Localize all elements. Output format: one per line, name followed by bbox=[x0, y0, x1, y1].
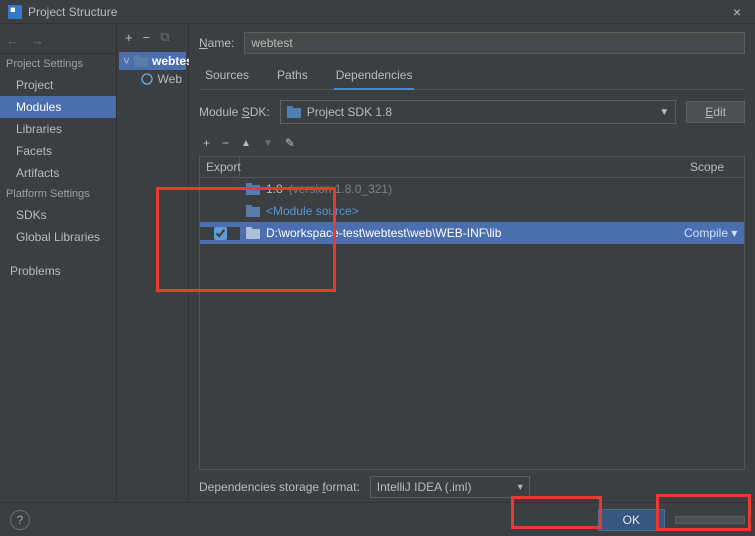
ok-button[interactable]: OK bbox=[598, 509, 665, 531]
sidebar: ← → Project Settings Project Modules Lib… bbox=[0, 24, 117, 502]
module-sdk-label: Module SDK: bbox=[199, 105, 270, 119]
add-dep-icon[interactable]: + bbox=[203, 136, 210, 150]
folder-icon bbox=[246, 205, 260, 217]
jdk-icon bbox=[246, 183, 260, 195]
titlebar: Project Structure × bbox=[0, 0, 755, 24]
export-checkbox[interactable] bbox=[214, 227, 227, 240]
add-module-icon[interactable]: + bbox=[125, 30, 133, 45]
storage-format-select[interactable]: IntelliJ IDEA (.iml) ▾ bbox=[370, 476, 530, 498]
col-scope-header[interactable]: Scope bbox=[684, 157, 744, 177]
dep-table-header: Export Scope bbox=[200, 157, 744, 178]
storage-label: Dependencies storage format: bbox=[199, 480, 360, 494]
storage-row: Dependencies storage format: IntelliJ ID… bbox=[199, 476, 745, 498]
sidebar-item-facets[interactable]: Facets bbox=[0, 140, 116, 162]
dep-label: <Module source> bbox=[266, 204, 359, 218]
sidebar-item-problems[interactable]: Problems bbox=[0, 260, 116, 282]
sidebar-item-sdks[interactable]: SDKs bbox=[0, 204, 116, 226]
sidebar-item-modules[interactable]: Modules bbox=[0, 96, 116, 118]
dropdown-icon: ▾ bbox=[518, 482, 523, 493]
table-row[interactable]: <Module source> bbox=[200, 200, 744, 222]
module-toolbar: + − ⧉ bbox=[117, 24, 188, 50]
sidebar-item-global-libs[interactable]: Global Libraries bbox=[0, 226, 116, 248]
table-row[interactable]: 1.8 (version 1.8.0_321) bbox=[200, 178, 744, 200]
dependency-table: Export Scope 1.8 (version 1.8.0_321) bbox=[199, 156, 745, 470]
name-row: Name: bbox=[199, 32, 745, 54]
tab-sources[interactable]: Sources bbox=[203, 64, 251, 89]
module-tree-panel: + − ⧉ ˅ webtest Web bbox=[117, 24, 189, 502]
tree-node-label: Web bbox=[158, 72, 182, 86]
nav-toolbar: ← → bbox=[0, 28, 116, 54]
dependency-toolbar: + − ▲ ▼ ✎ bbox=[199, 134, 745, 152]
tab-dependencies[interactable]: Dependencies bbox=[334, 64, 415, 90]
cancel-button[interactable] bbox=[675, 516, 745, 524]
web-icon bbox=[141, 73, 154, 85]
tab-paths[interactable]: Paths bbox=[275, 64, 310, 89]
move-up-icon[interactable]: ▲ bbox=[241, 138, 251, 149]
tree-node-webtest[interactable]: ˅ webtest bbox=[119, 52, 186, 70]
dep-version: (version 1.8.0_321) bbox=[289, 182, 392, 196]
window-title: Project Structure bbox=[28, 5, 727, 19]
section-platform-settings: Platform Settings bbox=[0, 184, 116, 204]
help-button[interactable]: ? bbox=[10, 510, 30, 530]
dep-label: 1.8 bbox=[266, 182, 283, 196]
module-icon bbox=[134, 55, 148, 67]
edit-dep-icon[interactable]: ✎ bbox=[285, 136, 295, 150]
module-tree: ˅ webtest Web bbox=[117, 50, 188, 90]
tabs: Sources Paths Dependencies bbox=[199, 64, 745, 90]
dep-label: D:\workspace-test\webtest\web\WEB-INF\li… bbox=[266, 226, 501, 240]
bottom-bar: ? OK bbox=[0, 502, 755, 536]
content-panel: Name: Sources Paths Dependencies Module … bbox=[189, 24, 755, 502]
back-arrow-icon[interactable]: ← bbox=[6, 33, 19, 48]
sidebar-item-artifacts[interactable]: Artifacts bbox=[0, 162, 116, 184]
tree-node-web[interactable]: Web bbox=[119, 70, 186, 88]
dep-scope[interactable]: Compile ▾ bbox=[684, 226, 744, 240]
table-row[interactable]: D:\workspace-test\webtest\web\WEB-INF\li… bbox=[200, 222, 744, 244]
sidebar-item-project[interactable]: Project bbox=[0, 74, 116, 96]
dropdown-icon: ▼ bbox=[659, 107, 669, 118]
sdk-row: Module SDK: Project SDK 1.8 ▼ Edit bbox=[199, 100, 745, 124]
copy-module-icon[interactable]: ⧉ bbox=[160, 29, 169, 45]
caret-down-icon: ˅ bbox=[123, 54, 130, 68]
main-area: ← → Project Settings Project Modules Lib… bbox=[0, 24, 755, 502]
col-main-header bbox=[240, 157, 684, 177]
remove-module-icon[interactable]: − bbox=[143, 30, 151, 45]
folder-icon bbox=[246, 227, 260, 239]
edit-sdk-button[interactable]: Edit bbox=[686, 101, 745, 123]
close-icon[interactable]: × bbox=[727, 4, 747, 20]
name-input[interactable] bbox=[244, 32, 745, 54]
name-label: Name: bbox=[199, 36, 234, 50]
move-down-icon[interactable]: ▼ bbox=[263, 138, 273, 149]
jdk-icon bbox=[287, 106, 301, 118]
module-sdk-select[interactable]: Project SDK 1.8 ▼ bbox=[280, 100, 677, 124]
forward-arrow-icon[interactable]: → bbox=[31, 33, 44, 48]
storage-value: IntelliJ IDEA (.iml) bbox=[377, 480, 472, 494]
export-checkbox-cell[interactable] bbox=[200, 227, 240, 240]
sidebar-item-libraries[interactable]: Libraries bbox=[0, 118, 116, 140]
app-icon bbox=[8, 5, 22, 19]
module-sdk-value: Project SDK 1.8 bbox=[307, 105, 392, 119]
remove-dep-icon[interactable]: − bbox=[222, 136, 229, 150]
col-export-header[interactable]: Export bbox=[200, 157, 240, 177]
section-project-settings: Project Settings bbox=[0, 54, 116, 74]
dep-table-body: 1.8 (version 1.8.0_321) <Module source> bbox=[200, 178, 744, 469]
